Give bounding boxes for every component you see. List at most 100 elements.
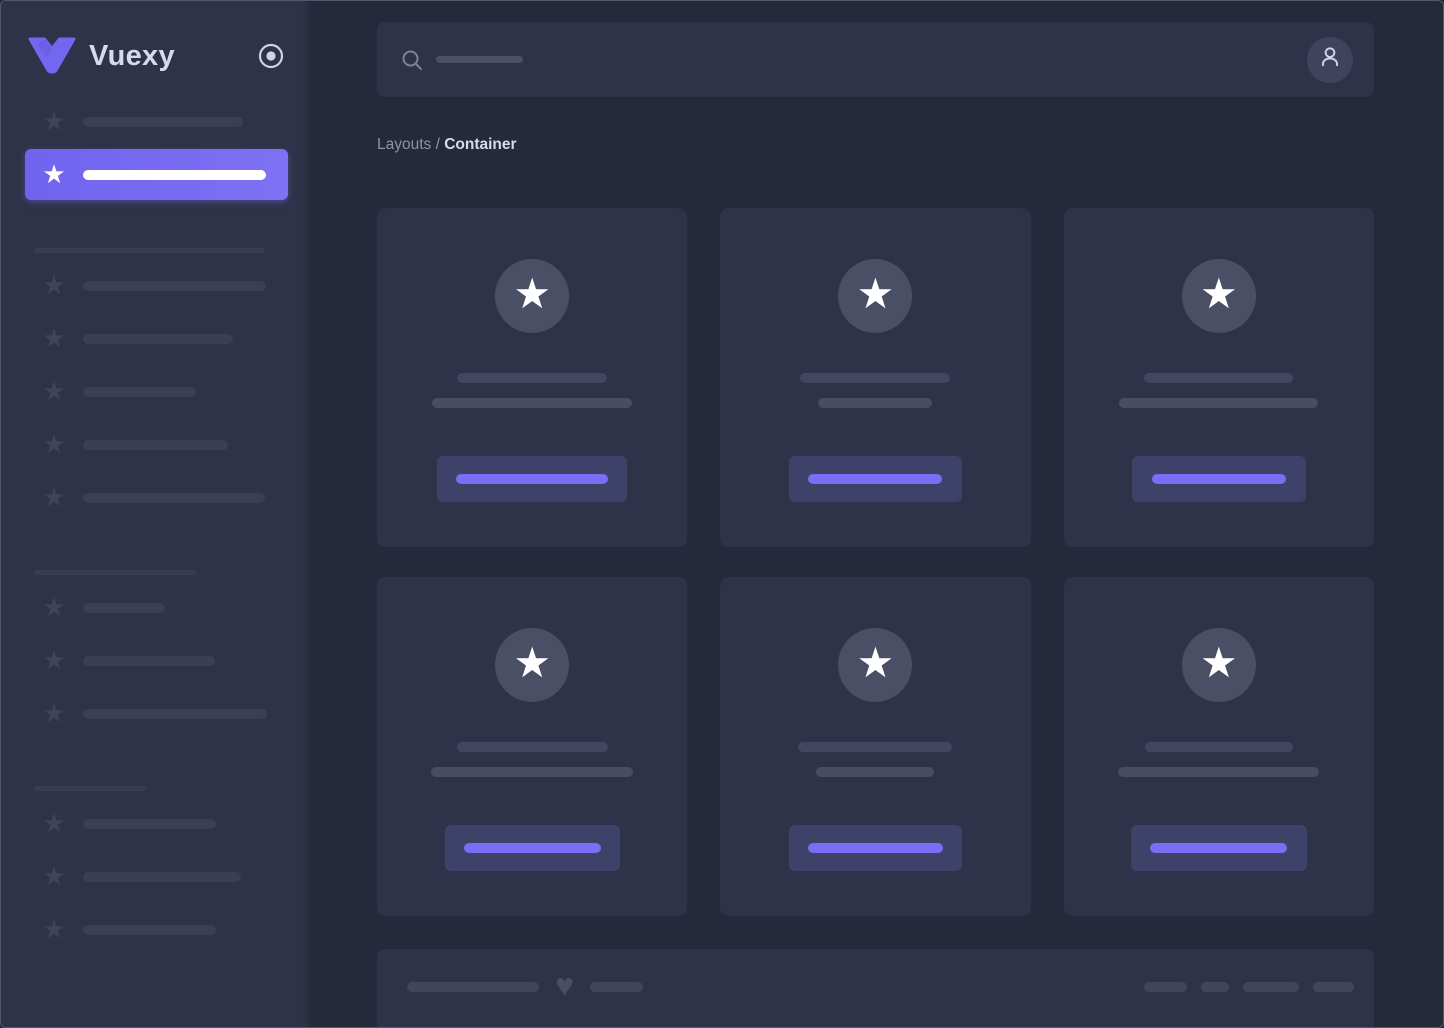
card-title-skeleton [1144, 373, 1294, 383]
star-badge: ★ [838, 628, 913, 702]
sidebar: Vuexy ★ ★ ★ ★ ★ ★ ★ ★ ★ ★ ★ ★ ★ [1, 1, 311, 1027]
star-icon: ★ [1200, 270, 1238, 317]
card-title-skeleton [800, 373, 951, 383]
menu-label-skeleton [83, 169, 266, 180]
star-icon: ★ [856, 270, 895, 317]
star-icon: ★ [42, 645, 66, 675]
person-icon [1317, 44, 1343, 75]
card-title-skeleton [1144, 742, 1293, 752]
sidebar-menu-item[interactable]: ★ [1, 647, 311, 675]
heart-icon: ♥ [555, 967, 574, 1003]
content-card: ★ [1063, 577, 1374, 916]
menu-label-skeleton [83, 819, 216, 829]
star-icon: ★ [513, 270, 551, 317]
menu-label-skeleton [83, 387, 196, 397]
star-icon: ★ [42, 429, 66, 459]
star-icon: ★ [42, 698, 66, 728]
menu-label-skeleton [83, 872, 241, 882]
sidebar-menu-item[interactable]: ★ [1, 484, 311, 512]
menu-section-header-skeleton [34, 786, 146, 791]
sidebar-menu-item[interactable]: ★ [1, 272, 311, 300]
footer-links [1144, 982, 1354, 992]
card-subtitle-skeleton [816, 767, 935, 777]
star-badge: ★ [495, 628, 570, 702]
sidebar-menu-item[interactable]: ★ [1, 431, 311, 459]
card-title-skeleton [457, 373, 608, 383]
sidebar-menu-item[interactable]: ★ [1, 325, 311, 353]
menu-section-header-skeleton [34, 248, 265, 253]
card-subtitle-skeleton [431, 767, 634, 777]
content-card: ★ [377, 577, 688, 916]
star-icon: ★ [42, 158, 66, 189]
main-content: Layouts / Container ★ ★ ★ ★ ★ ★ ♥ [311, 1, 1443, 1027]
menu-label-skeleton [83, 281, 266, 291]
star-badge: ★ [1181, 259, 1256, 333]
breadcrumb-current: Container [444, 136, 517, 153]
star-badge: ★ [495, 259, 570, 333]
star-icon: ★ [42, 323, 66, 353]
sidebar-menu-item[interactable]: ★ [25, 149, 288, 200]
star-icon: ★ [42, 592, 66, 622]
star-icon: ★ [42, 861, 66, 891]
sidebar-menu-item[interactable]: ★ [1, 108, 311, 136]
button-label-skeleton [807, 843, 943, 853]
card-action-button[interactable] [444, 825, 620, 871]
card-action-button[interactable] [437, 456, 628, 502]
menu-label-skeleton [83, 440, 228, 450]
breadcrumb-separator: / [431, 136, 445, 153]
app-window: Vuexy ★ ★ ★ ★ ★ ★ ★ ★ ★ ★ ★ ★ ★ Layouts … [0, 0, 1444, 1028]
star-icon: ★ [1200, 639, 1238, 686]
menu-label-skeleton [83, 493, 265, 503]
card-action-button[interactable] [788, 825, 962, 871]
search-icon [401, 49, 423, 71]
star-icon: ★ [42, 376, 66, 406]
menu-section: ★ ★ ★ [1, 786, 311, 944]
card-subtitle-skeleton [818, 398, 933, 408]
sidebar-menu-item[interactable]: ★ [1, 700, 311, 728]
content-card: ★ [720, 208, 1031, 547]
sidebar-menu-item[interactable]: ★ [1, 810, 311, 838]
footer-text-skeleton [590, 982, 643, 992]
content-card: ★ [1063, 208, 1374, 547]
button-label-skeleton [463, 843, 601, 853]
menu-label-skeleton [83, 925, 216, 935]
sidebar-menu-item[interactable]: ★ [1, 378, 311, 406]
button-label-skeleton [1151, 474, 1286, 484]
card-subtitle-skeleton [1118, 767, 1320, 777]
footer-card: ♥ [377, 949, 1374, 1027]
user-avatar[interactable] [1307, 36, 1353, 83]
menu-label-skeleton [83, 709, 267, 719]
card-action-button[interactable] [1130, 825, 1307, 871]
star-badge: ★ [838, 259, 913, 333]
card-action-button[interactable] [788, 456, 962, 502]
sidebar-menu-item[interactable]: ★ [1, 594, 311, 622]
menu-section: ★ ★ ★ [1, 570, 311, 728]
star-icon: ★ [42, 808, 66, 838]
card-subtitle-skeleton [432, 398, 633, 408]
star-icon: ★ [513, 639, 551, 686]
star-icon: ★ [42, 482, 66, 512]
sidebar-menu: ★ ★ ★ ★ ★ ★ ★ ★ ★ ★ ★ ★ ★ [1, 77, 311, 944]
menu-section-header-skeleton [34, 570, 197, 575]
button-label-skeleton [808, 474, 943, 484]
breadcrumb: Layouts / Container [377, 133, 1374, 156]
footer-link-skeleton [1243, 982, 1299, 992]
card-action-button[interactable] [1131, 456, 1306, 502]
app-title: Vuexy [89, 39, 175, 72]
card-title-skeleton [456, 742, 608, 752]
star-icon: ★ [42, 106, 66, 136]
sidebar-menu-item[interactable]: ★ [1, 863, 311, 891]
card-grid: ★ ★ ★ ★ ★ ★ [377, 208, 1374, 916]
star-icon: ★ [42, 914, 66, 944]
menu-label-skeleton [83, 656, 215, 666]
button-label-skeleton [1150, 843, 1288, 853]
card-subtitle-skeleton [1119, 398, 1319, 408]
sidebar-menu-item[interactable]: ★ [1, 916, 311, 944]
search-placeholder-skeleton [436, 56, 523, 63]
star-icon: ★ [856, 639, 895, 686]
search-bar[interactable] [377, 22, 1374, 97]
radio-circle-icon[interactable] [257, 42, 285, 70]
breadcrumb-section[interactable]: Layouts [377, 136, 431, 153]
menu-label-skeleton [83, 334, 233, 344]
footer-link-skeleton [1313, 982, 1354, 992]
